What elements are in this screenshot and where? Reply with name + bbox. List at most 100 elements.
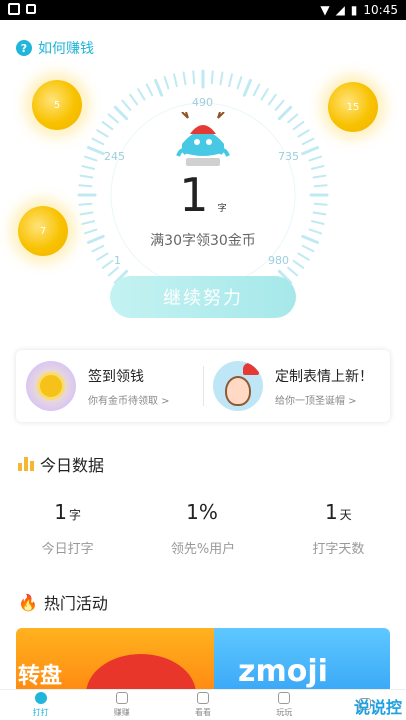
- gauge-tick-245: 245: [104, 150, 125, 163]
- stat-value: 1%: [186, 500, 218, 524]
- hot-events-header: 🔥 热门活动: [18, 590, 108, 614]
- today-data-header: 今日数据: [18, 452, 104, 476]
- stat-label: 打字天数: [312, 542, 365, 557]
- typed-count: 1 字: [0, 168, 406, 222]
- wallet-icon: [115, 692, 128, 704]
- signal-icon: ◢: [335, 3, 345, 17]
- checkin-card[interactable]: 签到领钱 你有金币待领取 >: [16, 350, 203, 422]
- coin-reward-15[interactable]: 15: [328, 82, 378, 132]
- checkin-subtitle: 你有金币待领取 >: [88, 395, 170, 407]
- zmoji-banner[interactable]: zmoji: [214, 628, 390, 692]
- question-icon: ?: [16, 40, 32, 56]
- emoji-card[interactable]: 定制表情上新！ 给你一顶圣诞帽 >: [203, 350, 390, 422]
- gauge-tick-mark: [137, 88, 146, 101]
- banner-left-label: 转盘: [18, 664, 63, 689]
- gauge-tick-mark: [101, 121, 114, 131]
- gauge-tick-mark: [145, 83, 154, 97]
- notification-square-icon: [8, 3, 20, 15]
- gauge-tick-980: 980: [268, 254, 289, 267]
- today-stats: 1字 今日打字 1% 领先%用户 1天 打字天数: [0, 500, 406, 557]
- banner-right-label: zmoji: [238, 654, 328, 689]
- gauge-tick-mark: [192, 70, 196, 85]
- nav-watch[interactable]: 看看: [162, 690, 243, 720]
- gauge-tick-mark: [308, 155, 322, 162]
- emoji-title: 定制表情上新！: [275, 368, 373, 385]
- goal-text: 满30字领30金币: [150, 233, 256, 249]
- gauge-tick-490: 490: [192, 96, 213, 109]
- gauge-tick-mark: [297, 252, 310, 261]
- status-time: 10:45: [363, 3, 398, 17]
- events-banner[interactable]: 转盘 zmoji: [16, 628, 390, 692]
- promo-cards: 签到领钱 你有金币待领取 > 定制表情上新！ 给你一顶圣诞帽 >: [16, 350, 390, 422]
- gauge-tick-mark: [277, 105, 293, 121]
- gauge-tick-mark: [301, 137, 315, 146]
- gauge-tick-mark: [260, 88, 269, 101]
- gauge-tick-mark: [96, 252, 109, 261]
- gauge-tick-mark: [182, 71, 187, 86]
- gauge-tick-mark: [287, 113, 299, 124]
- gauge-tick-mark: [292, 259, 305, 269]
- gauge-tick-mark: [297, 129, 310, 138]
- lucky-wheel-banner[interactable]: 转盘: [16, 628, 214, 692]
- gauge-tick-mark: [228, 73, 233, 88]
- coin-value: 5: [53, 99, 61, 111]
- coin-reward-5[interactable]: 5: [32, 80, 82, 130]
- stat-lead-percent: 1% 领先%用户: [135, 500, 270, 557]
- watermark-logo: 说说控: [353, 698, 402, 717]
- gauge-tick-mark: [107, 266, 119, 277]
- gauge-tick-mark: [121, 99, 132, 111]
- emoji-subtitle: 给你一顶圣诞帽 >: [275, 395, 357, 407]
- wheel-icon: [86, 654, 196, 692]
- nav-label: 赚赚: [113, 708, 130, 717]
- typed-count-value: 1: [179, 168, 209, 222]
- gauge-tick-mark: [252, 83, 261, 97]
- gauge-tick-mark: [242, 78, 252, 97]
- how-to-earn-link[interactable]: ? 如何赚钱: [16, 38, 94, 58]
- nav-label: 玩玩: [276, 708, 293, 717]
- battery-icon: ▮: [350, 3, 358, 17]
- coin-stack-icon: [26, 361, 76, 411]
- today-data-title: 今日数据: [40, 456, 105, 475]
- gauge-tick-mark: [129, 93, 139, 106]
- gauge-tick-mark: [274, 99, 285, 111]
- stat-today-typed: 1字 今日打字: [0, 500, 135, 557]
- typed-count-unit: 字: [217, 204, 227, 214]
- gauge-tick-mark: [173, 73, 178, 88]
- gauge-tick-mark: [219, 71, 224, 86]
- photo-notification-icon: [26, 4, 36, 14]
- gamepad-icon: [278, 692, 291, 704]
- gauge-tick-mark: [292, 121, 305, 131]
- nav-earn[interactable]: 赚赚: [81, 690, 162, 720]
- gauge-tick-mark: [84, 155, 98, 162]
- gauge-tick-1: 1: [114, 254, 121, 267]
- gauge-tick-mark: [91, 137, 105, 146]
- bottom-nav: 打打 赚赚 看看 玩玩: [0, 689, 406, 720]
- gauge-tick-mark: [301, 146, 320, 156]
- keep-going-button[interactable]: 继续努力: [110, 276, 296, 318]
- gauge-tick-mark: [113, 105, 129, 121]
- gauge-tick-mark: [107, 113, 119, 124]
- how-to-earn-label: 如何赚钱: [38, 41, 94, 57]
- nav-label: 打打: [32, 708, 49, 717]
- gauge-tick-mark: [86, 146, 105, 156]
- nav-type[interactable]: 打打: [0, 690, 81, 720]
- hot-events-title: 热门活动: [43, 594, 108, 613]
- gauge-tick-mark: [163, 76, 170, 90]
- nav-play[interactable]: 玩玩: [244, 690, 325, 720]
- gauge-tick-mark: [236, 76, 243, 90]
- mascot-octopus-icon: [172, 111, 234, 168]
- stat-value: 1: [324, 500, 338, 524]
- play-icon: [197, 692, 209, 704]
- stat-unit: 天: [339, 508, 352, 522]
- gauge-tick-mark: [287, 266, 299, 277]
- gauge-tick-mark: [210, 70, 214, 85]
- nav-label: 看看: [195, 708, 211, 717]
- wifi-icon: ▼: [320, 3, 330, 17]
- stat-unit: 字: [69, 508, 82, 522]
- flame-icon: 🔥: [18, 592, 38, 612]
- bar-chart-icon: [18, 457, 34, 471]
- checkin-title: 签到领钱: [88, 368, 144, 385]
- type-icon: [34, 692, 47, 704]
- stat-value: 1: [54, 500, 68, 524]
- avatar-santa-hat-icon: [213, 361, 263, 411]
